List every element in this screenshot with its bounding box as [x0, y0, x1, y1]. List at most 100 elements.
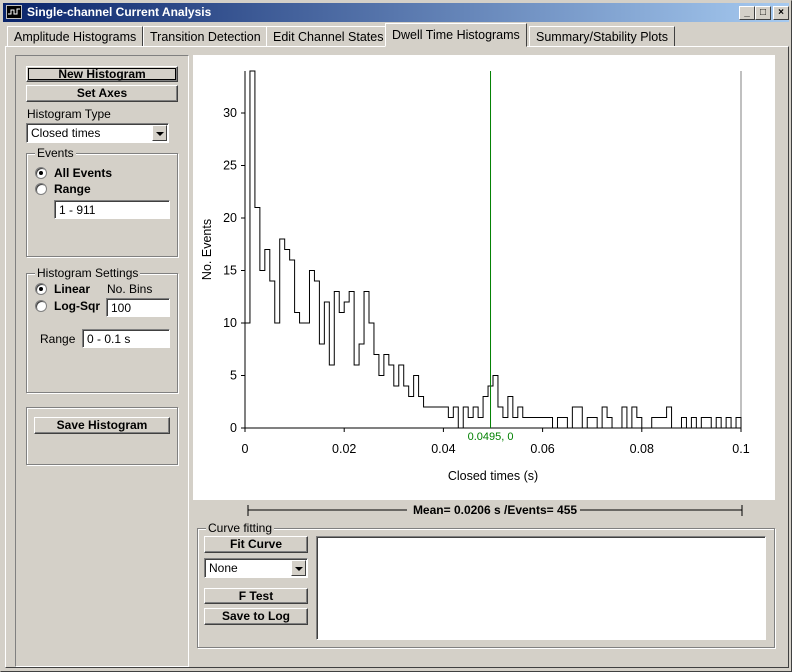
chevron-down-icon[interactable] [291, 560, 306, 576]
histogram-bin [285, 250, 290, 429]
tab-dwell-time-histograms[interactable]: Dwell Time Histograms [385, 23, 527, 47]
f-test-button[interactable]: F Test [204, 588, 308, 604]
hist-range-input[interactable]: 0 - 0.1 s [82, 329, 170, 348]
x-tick-label: 0.08 [630, 442, 654, 456]
histogram-bin [657, 418, 662, 429]
histogram-bin [344, 302, 349, 428]
x-tick-label: 0 [242, 442, 249, 456]
histogram-bin [701, 418, 706, 429]
new-histogram-button[interactable]: New Histogram [26, 66, 178, 82]
histogram-bin [622, 407, 627, 428]
histogram-bin [681, 418, 686, 429]
histogram-bin [662, 418, 667, 429]
main-window: Single-channel Current Analysis _ □ × Am… [0, 0, 792, 672]
fit-results-box[interactable] [316, 536, 766, 640]
hist-range-label: Range [40, 332, 76, 346]
histogram-bin [562, 418, 567, 429]
histogram-bin [587, 418, 592, 429]
histogram-bin [339, 313, 344, 429]
histogram-bin [572, 407, 577, 428]
minimize-button[interactable]: _ [739, 6, 755, 20]
histogram-bin [414, 376, 419, 429]
maximize-button[interactable]: □ [755, 6, 771, 20]
histogram-bin [543, 418, 548, 429]
histogram-bin [493, 376, 498, 429]
chevron-down-icon[interactable] [152, 125, 167, 141]
y-tick-label: 25 [223, 159, 237, 173]
linear-radio[interactable] [35, 283, 47, 295]
all-events-radio[interactable] [35, 167, 47, 179]
histogram-bin [334, 292, 339, 429]
histogram-type-select[interactable]: Closed times [26, 123, 169, 143]
histogram-bin [453, 407, 458, 428]
range-radio[interactable] [35, 183, 47, 195]
tab-summary-stability-plots[interactable]: Summary/Stability Plots [529, 26, 675, 47]
histogram-settings-title: Histogram Settings [35, 266, 141, 280]
x-tick-label: 0.1 [732, 442, 749, 456]
tab-amplitude-histograms[interactable]: Amplitude Histograms [7, 26, 144, 47]
equation-select[interactable]: None [204, 558, 308, 578]
histogram-bin [424, 407, 429, 428]
histogram-bin [438, 407, 443, 428]
histogram-bin [329, 365, 334, 428]
histogram-bin [518, 407, 523, 428]
tab-transition-detection[interactable]: Transition Detection [143, 26, 268, 47]
histogram-bin [255, 208, 260, 429]
no-bins-input[interactable]: 100 [106, 298, 170, 317]
save-histogram-group [26, 407, 178, 465]
x-tick-label: 0.06 [530, 442, 554, 456]
histogram-bin [463, 407, 468, 428]
histogram-bin [538, 418, 543, 429]
histogram-bin [478, 418, 483, 429]
histogram-bin [389, 365, 394, 428]
histogram-bin [632, 407, 637, 428]
equation-value: None [209, 561, 238, 575]
histogram-bin [592, 418, 597, 429]
log-sqr-radio[interactable] [35, 300, 47, 312]
events-group-title: Events [35, 146, 76, 160]
histogram-bin [290, 260, 295, 428]
histogram-bin [409, 397, 414, 429]
close-button[interactable]: × [773, 6, 789, 20]
histogram-bin [667, 407, 672, 428]
histogram-bin [468, 418, 473, 429]
histogram-bin [706, 418, 711, 429]
histogram-bin [295, 313, 300, 429]
histogram-bin [433, 407, 438, 428]
histogram-bin [275, 323, 280, 428]
set-axes-button[interactable]: Set Axes [26, 85, 178, 102]
y-axis-title: No. Events [200, 219, 214, 280]
title-bar[interactable]: Single-channel Current Analysis _ □ × [3, 3, 789, 22]
save-to-log-button[interactable]: Save to Log [204, 608, 308, 625]
histogram-bin [652, 418, 657, 429]
histogram-bin [548, 418, 553, 429]
histogram-bin [607, 418, 612, 429]
event-range-input[interactable]: 1 - 911 [54, 200, 170, 219]
linear-label: Linear [54, 282, 91, 296]
histogram-bin [270, 281, 275, 428]
x-axis-title: Closed times (s) [448, 469, 538, 483]
histogram-bin [498, 407, 503, 428]
histogram-bin [726, 418, 731, 429]
histogram-bin [349, 292, 354, 429]
x-tick-label: 0.02 [332, 442, 356, 456]
histogram-bin [250, 71, 255, 428]
histogram-bin [265, 250, 270, 429]
histogram-bin [364, 292, 369, 429]
histogram-bin [245, 323, 250, 428]
histogram-bin [319, 344, 324, 428]
histogram-bin [394, 386, 399, 428]
histogram-bin [369, 323, 374, 428]
histogram-bin [716, 418, 721, 429]
fit-curve-button[interactable]: Fit Curve [204, 536, 308, 553]
histogram-bin [528, 418, 533, 429]
tab-strip: Amplitude Histograms Transition Detectio… [5, 23, 789, 47]
histogram-bin [404, 386, 409, 428]
save-histogram-button[interactable]: Save Histogram [34, 417, 170, 434]
tab-edit-channel-states[interactable]: Edit Channel States [266, 26, 391, 47]
histogram-bin [483, 397, 488, 429]
all-events-label: All Events [54, 166, 113, 180]
histogram-bin [637, 418, 642, 429]
histogram-bin [736, 418, 741, 429]
histogram-bin [602, 407, 607, 428]
